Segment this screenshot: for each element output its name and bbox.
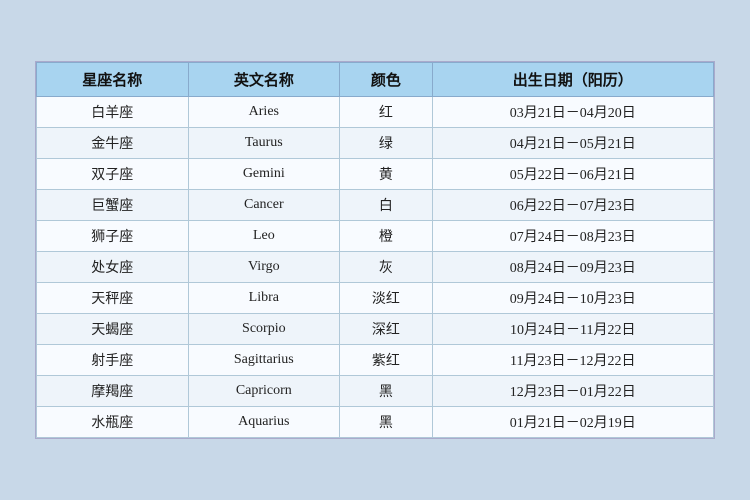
cell-chinese-name: 天秤座 — [37, 283, 189, 314]
cell-english-name: Taurus — [188, 128, 340, 159]
cell-chinese-name: 摩羯座 — [37, 376, 189, 407]
cell-date: 06月22日－07月23日 — [432, 190, 713, 221]
cell-english-name: Libra — [188, 283, 340, 314]
cell-chinese-name: 巨蟹座 — [37, 190, 189, 221]
zodiac-table-container: 星座名称 英文名称 颜色 出生日期（阳历） 白羊座Aries红03月21日－04… — [35, 61, 715, 439]
table-body: 白羊座Aries红03月21日－04月20日金牛座Taurus绿04月21日－0… — [37, 97, 714, 438]
cell-date: 05月22日－06月21日 — [432, 159, 713, 190]
table-row: 白羊座Aries红03月21日－04月20日 — [37, 97, 714, 128]
cell-color: 黄 — [340, 159, 433, 190]
table-row: 水瓶座Aquarius黑01月21日－02月19日 — [37, 407, 714, 438]
cell-color: 深红 — [340, 314, 433, 345]
header-color: 颜色 — [340, 63, 433, 97]
cell-color: 绿 — [340, 128, 433, 159]
cell-english-name: Gemini — [188, 159, 340, 190]
header-date: 出生日期（阳历） — [432, 63, 713, 97]
cell-date: 09月24日－10月23日 — [432, 283, 713, 314]
cell-english-name: Scorpio — [188, 314, 340, 345]
cell-date: 01月21日－02月19日 — [432, 407, 713, 438]
cell-chinese-name: 双子座 — [37, 159, 189, 190]
cell-color: 白 — [340, 190, 433, 221]
cell-date: 04月21日－05月21日 — [432, 128, 713, 159]
table-row: 狮子座Leo橙07月24日－08月23日 — [37, 221, 714, 252]
table-row: 天蝎座Scorpio深红10月24日－11月22日 — [37, 314, 714, 345]
table-row: 巨蟹座Cancer白06月22日－07月23日 — [37, 190, 714, 221]
cell-english-name: Aquarius — [188, 407, 340, 438]
cell-color: 淡红 — [340, 283, 433, 314]
table-row: 摩羯座Capricorn黑12月23日－01月22日 — [37, 376, 714, 407]
header-chinese-name: 星座名称 — [37, 63, 189, 97]
zodiac-table: 星座名称 英文名称 颜色 出生日期（阳历） 白羊座Aries红03月21日－04… — [36, 62, 714, 438]
cell-english-name: Sagittarius — [188, 345, 340, 376]
table-row: 射手座Sagittarius紫红11月23日－12月22日 — [37, 345, 714, 376]
cell-date: 12月23日－01月22日 — [432, 376, 713, 407]
cell-color: 紫红 — [340, 345, 433, 376]
cell-chinese-name: 天蝎座 — [37, 314, 189, 345]
cell-date: 07月24日－08月23日 — [432, 221, 713, 252]
cell-english-name: Virgo — [188, 252, 340, 283]
cell-color: 红 — [340, 97, 433, 128]
cell-date: 10月24日－11月22日 — [432, 314, 713, 345]
cell-chinese-name: 狮子座 — [37, 221, 189, 252]
cell-color: 橙 — [340, 221, 433, 252]
cell-color: 灰 — [340, 252, 433, 283]
cell-chinese-name: 处女座 — [37, 252, 189, 283]
cell-color: 黑 — [340, 407, 433, 438]
table-row: 天秤座Libra淡红09月24日－10月23日 — [37, 283, 714, 314]
cell-date: 08月24日－09月23日 — [432, 252, 713, 283]
header-english-name: 英文名称 — [188, 63, 340, 97]
cell-english-name: Cancer — [188, 190, 340, 221]
cell-chinese-name: 白羊座 — [37, 97, 189, 128]
cell-chinese-name: 水瓶座 — [37, 407, 189, 438]
table-row: 处女座Virgo灰08月24日－09月23日 — [37, 252, 714, 283]
cell-date: 03月21日－04月20日 — [432, 97, 713, 128]
cell-english-name: Leo — [188, 221, 340, 252]
cell-chinese-name: 射手座 — [37, 345, 189, 376]
cell-chinese-name: 金牛座 — [37, 128, 189, 159]
cell-english-name: Capricorn — [188, 376, 340, 407]
table-row: 金牛座Taurus绿04月21日－05月21日 — [37, 128, 714, 159]
table-header-row: 星座名称 英文名称 颜色 出生日期（阳历） — [37, 63, 714, 97]
cell-color: 黑 — [340, 376, 433, 407]
cell-date: 11月23日－12月22日 — [432, 345, 713, 376]
cell-english-name: Aries — [188, 97, 340, 128]
table-row: 双子座Gemini黄05月22日－06月21日 — [37, 159, 714, 190]
